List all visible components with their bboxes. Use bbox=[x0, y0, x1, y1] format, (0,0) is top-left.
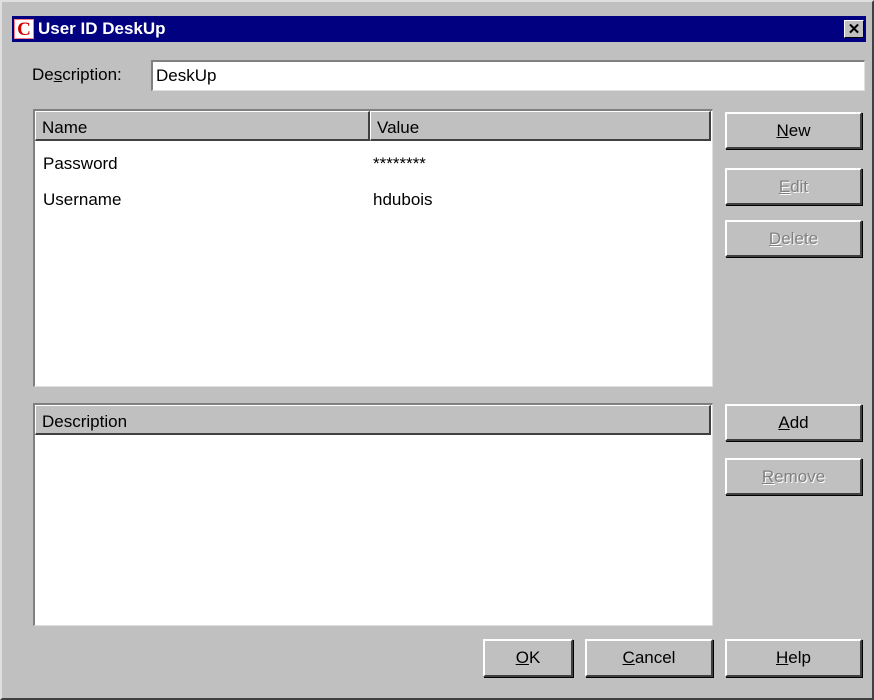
close-icon[interactable]: ✕ bbox=[844, 20, 864, 38]
description-list[interactable]: Description bbox=[33, 403, 713, 626]
new-button[interactable]: New bbox=[725, 112, 862, 149]
name-value-list[interactable]: Name Value Password ******** Username hd… bbox=[33, 109, 713, 387]
row-value-cell: hdubois bbox=[373, 190, 433, 209]
description-label: Description: bbox=[32, 65, 122, 84]
row-value-cell: ******** bbox=[373, 154, 426, 173]
app-logo-c-icon: C bbox=[14, 19, 34, 39]
help-button[interactable]: Help bbox=[725, 639, 862, 677]
delete-button[interactable]: Delete bbox=[725, 220, 862, 257]
title-bar[interactable]: C User ID DeskUp ✕ bbox=[12, 16, 866, 42]
add-button[interactable]: Add bbox=[725, 404, 862, 441]
description-input[interactable] bbox=[151, 60, 865, 91]
edit-button[interactable]: Edit bbox=[725, 168, 862, 205]
column-header-name[interactable]: Name bbox=[35, 111, 370, 141]
remove-button[interactable]: Remove bbox=[725, 458, 862, 495]
column-header-value[interactable]: Value bbox=[370, 111, 711, 141]
user-id-dialog: C User ID DeskUp ✕ Description: Name Val… bbox=[0, 0, 874, 700]
row-name-cell: Password bbox=[43, 154, 118, 173]
ok-button[interactable]: OK bbox=[483, 639, 573, 677]
cancel-button[interactable]: Cancel bbox=[585, 639, 713, 677]
dialog-title: User ID DeskUp bbox=[38, 19, 166, 38]
column-header-description[interactable]: Description bbox=[35, 405, 711, 435]
row-name-cell: Username bbox=[43, 190, 122, 209]
